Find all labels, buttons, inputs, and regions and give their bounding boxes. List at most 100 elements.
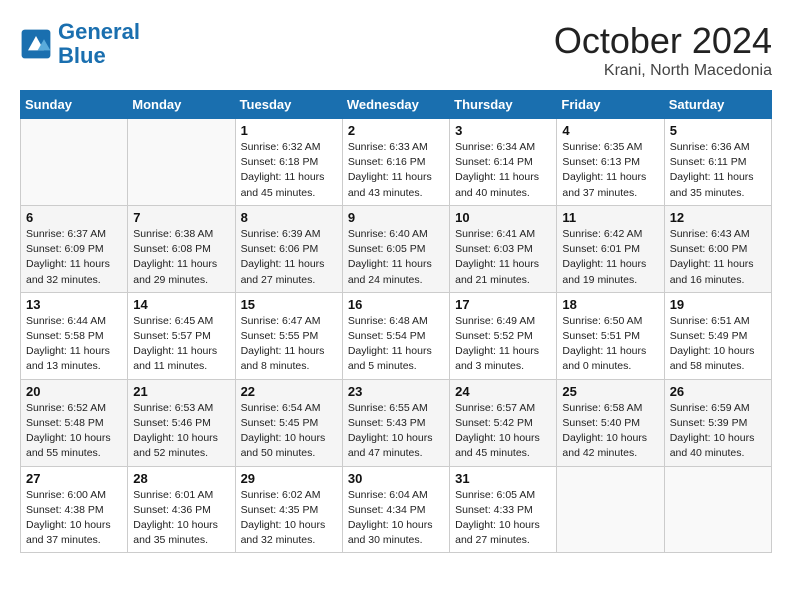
month-title: October 2024 xyxy=(554,20,772,62)
day-number: 4 xyxy=(562,123,658,138)
day-number: 7 xyxy=(133,210,229,225)
calendar-cell: 27 Sunrise: 6:00 AMSunset: 4:38 PMDayligh… xyxy=(21,466,128,553)
calendar-cell: 9Sunrise: 6:40 AMSunset: 6:05 PMDaylight… xyxy=(342,205,449,292)
page-header: General Blue October 2024 Krani, North M… xyxy=(20,20,772,80)
day-info: Sunrise: 6:44 AMSunset: 5:58 PMDaylight:… xyxy=(26,314,122,375)
calendar-cell: 19 Sunrise: 6:51 AMSunset: 5:49 PMDayligh… xyxy=(664,292,771,379)
day-number: 10 xyxy=(455,210,551,225)
weekday-header: Friday xyxy=(557,91,664,119)
calendar-header: SundayMondayTuesdayWednesdayThursdayFrid… xyxy=(21,91,772,119)
day-number: 14 xyxy=(133,297,229,312)
day-number: 28 xyxy=(133,471,229,486)
calendar-cell xyxy=(128,119,235,206)
calendar-cell: 1 Sunrise: 6:32 AMSunset: 6:18 PMDaylight… xyxy=(235,119,342,206)
day-info: Sunrise: 6:51 AMSunset: 5:49 PMDaylight:… xyxy=(670,314,766,375)
day-number: 8 xyxy=(241,210,337,225)
weekday-header: Tuesday xyxy=(235,91,342,119)
calendar-cell: 28 Sunrise: 6:01 AMSunset: 4:36 PMDayligh… xyxy=(128,466,235,553)
day-number: 17 xyxy=(455,297,551,312)
weekday-header: Monday xyxy=(128,91,235,119)
location: Krani, North Macedonia xyxy=(554,62,772,80)
day-number: 25 xyxy=(562,384,658,399)
day-info: Sunrise: 6:02 AMSunset: 4:35 PMDaylight:… xyxy=(241,488,337,549)
calendar-week-row: 6Sunrise: 6:37 AMSunset: 6:09 PMDaylight… xyxy=(21,205,772,292)
day-number: 23 xyxy=(348,384,444,399)
calendar-cell: 12 Sunrise: 6:43 AMSunset: 6:00 PMDayligh… xyxy=(664,205,771,292)
day-info: Sunrise: 6:54 AMSunset: 5:45 PMDaylight:… xyxy=(241,401,337,462)
day-info: Sunrise: 6:50 AMSunset: 5:51 PMDaylight:… xyxy=(562,314,658,375)
day-info: Sunrise: 6:42 AMSunset: 6:01 PMDaylight:… xyxy=(562,227,658,288)
calendar-cell: 31 Sunrise: 6:05 AMSunset: 4:33 PMDayligh… xyxy=(450,466,557,553)
calendar-cell: 4 Sunrise: 6:35 AMSunset: 6:13 PMDaylight… xyxy=(557,119,664,206)
calendar-cell: 26 Sunrise: 6:59 AMSunset: 5:39 PMDayligh… xyxy=(664,379,771,466)
day-info: Sunrise: 6:05 AMSunset: 4:33 PMDaylight:… xyxy=(455,488,551,549)
day-info: Sunrise: 6:43 AMSunset: 6:00 PMDaylight:… xyxy=(670,227,766,288)
day-info: Sunrise: 6:04 AMSunset: 4:34 PMDaylight:… xyxy=(348,488,444,549)
day-info: Sunrise: 6:45 AMSunset: 5:57 PMDaylight:… xyxy=(133,314,229,375)
calendar-cell xyxy=(664,466,771,553)
title-block: October 2024 Krani, North Macedonia xyxy=(554,20,772,80)
day-info: Sunrise: 6:01 AMSunset: 4:36 PMDaylight:… xyxy=(133,488,229,549)
calendar-cell: 17 Sunrise: 6:49 AMSunset: 5:52 PMDayligh… xyxy=(450,292,557,379)
weekday-row: SundayMondayTuesdayWednesdayThursdayFrid… xyxy=(21,91,772,119)
day-info: Sunrise: 6:36 AMSunset: 6:11 PMDaylight:… xyxy=(670,140,766,201)
calendar-cell: 8Sunrise: 6:39 AMSunset: 6:06 PMDaylight… xyxy=(235,205,342,292)
calendar-cell: 3Sunrise: 6:34 AMSunset: 6:14 PMDaylight… xyxy=(450,119,557,206)
day-number: 19 xyxy=(670,297,766,312)
calendar-cell: 18Sunrise: 6:50 AMSunset: 5:51 PMDayligh… xyxy=(557,292,664,379)
day-number: 2 xyxy=(348,123,444,138)
calendar-cell: 11Sunrise: 6:42 AMSunset: 6:01 PMDayligh… xyxy=(557,205,664,292)
day-info: Sunrise: 6:57 AMSunset: 5:42 PMDaylight:… xyxy=(455,401,551,462)
day-number: 3 xyxy=(455,123,551,138)
weekday-header: Wednesday xyxy=(342,91,449,119)
calendar-cell: 30Sunrise: 6:04 AMSunset: 4:34 PMDayligh… xyxy=(342,466,449,553)
day-info: Sunrise: 6:58 AMSunset: 5:40 PMDaylight:… xyxy=(562,401,658,462)
day-number: 5 xyxy=(670,123,766,138)
calendar-cell: 6Sunrise: 6:37 AMSunset: 6:09 PMDaylight… xyxy=(21,205,128,292)
day-number: 31 xyxy=(455,471,551,486)
calendar-cell: 5 Sunrise: 6:36 AMSunset: 6:11 PMDaylight… xyxy=(664,119,771,206)
calendar-cell: 7 Sunrise: 6:38 AMSunset: 6:08 PMDaylight… xyxy=(128,205,235,292)
calendar-week-row: 13 Sunrise: 6:44 AMSunset: 5:58 PMDayligh… xyxy=(21,292,772,379)
calendar-table: SundayMondayTuesdayWednesdayThursdayFrid… xyxy=(20,90,772,553)
calendar-cell: 23 Sunrise: 6:55 AMSunset: 5:43 PMDayligh… xyxy=(342,379,449,466)
calendar-cell: 29 Sunrise: 6:02 AMSunset: 4:35 PMDayligh… xyxy=(235,466,342,553)
day-info: Sunrise: 6:49 AMSunset: 5:52 PMDaylight:… xyxy=(455,314,551,375)
day-number: 13 xyxy=(26,297,122,312)
calendar-cell: 14 Sunrise: 6:45 AMSunset: 5:57 PMDayligh… xyxy=(128,292,235,379)
day-info: Sunrise: 6:38 AMSunset: 6:08 PMDaylight:… xyxy=(133,227,229,288)
day-info: Sunrise: 6:47 AMSunset: 5:55 PMDaylight:… xyxy=(241,314,337,375)
day-number: 24 xyxy=(455,384,551,399)
day-info: Sunrise: 6:55 AMSunset: 5:43 PMDaylight:… xyxy=(348,401,444,462)
calendar-week-row: 1 Sunrise: 6:32 AMSunset: 6:18 PMDaylight… xyxy=(21,119,772,206)
day-info: Sunrise: 6:59 AMSunset: 5:39 PMDaylight:… xyxy=(670,401,766,462)
calendar-cell xyxy=(21,119,128,206)
logo: General Blue xyxy=(20,20,140,68)
day-info: Sunrise: 6:00 AMSunset: 4:38 PMDaylight:… xyxy=(26,488,122,549)
calendar-cell: 16 Sunrise: 6:48 AMSunset: 5:54 PMDayligh… xyxy=(342,292,449,379)
day-number: 29 xyxy=(241,471,337,486)
day-info: Sunrise: 6:52 AMSunset: 5:48 PMDaylight:… xyxy=(26,401,122,462)
day-info: Sunrise: 6:41 AMSunset: 6:03 PMDaylight:… xyxy=(455,227,551,288)
calendar-cell: 21Sunrise: 6:53 AMSunset: 5:46 PMDayligh… xyxy=(128,379,235,466)
day-number: 20 xyxy=(26,384,122,399)
weekday-header: Sunday xyxy=(21,91,128,119)
day-number: 27 xyxy=(26,471,122,486)
day-info: Sunrise: 6:32 AMSunset: 6:18 PMDaylight:… xyxy=(241,140,337,201)
weekday-header: Saturday xyxy=(664,91,771,119)
day-number: 21 xyxy=(133,384,229,399)
day-number: 9 xyxy=(348,210,444,225)
day-number: 1 xyxy=(241,123,337,138)
calendar-cell: 20 Sunrise: 6:52 AMSunset: 5:48 PMDayligh… xyxy=(21,379,128,466)
calendar-cell xyxy=(557,466,664,553)
logo-icon xyxy=(20,28,52,60)
day-number: 26 xyxy=(670,384,766,399)
day-info: Sunrise: 6:48 AMSunset: 5:54 PMDaylight:… xyxy=(348,314,444,375)
day-info: Sunrise: 6:35 AMSunset: 6:13 PMDaylight:… xyxy=(562,140,658,201)
day-number: 16 xyxy=(348,297,444,312)
day-info: Sunrise: 6:33 AMSunset: 6:16 PMDaylight:… xyxy=(348,140,444,201)
day-number: 6 xyxy=(26,210,122,225)
calendar-body: 1 Sunrise: 6:32 AMSunset: 6:18 PMDaylight… xyxy=(21,119,772,553)
day-number: 12 xyxy=(670,210,766,225)
calendar-cell: 22Sunrise: 6:54 AMSunset: 5:45 PMDayligh… xyxy=(235,379,342,466)
